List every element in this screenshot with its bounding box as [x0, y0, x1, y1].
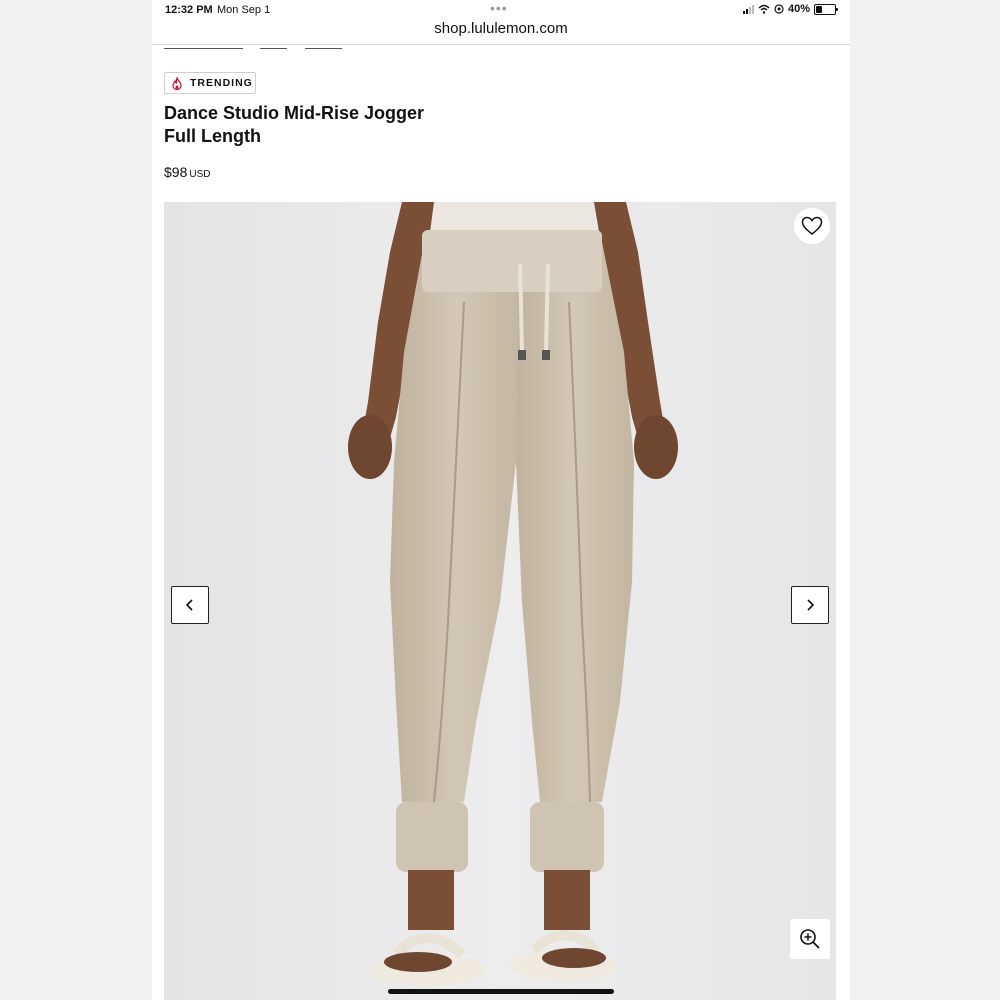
status-right: 40%: [742, 3, 838, 15]
product-title-line2: Full Length: [164, 126, 261, 146]
price-currency: USD: [189, 169, 211, 180]
product-photo: [164, 202, 836, 1000]
previous-image-button[interactable]: [171, 586, 209, 624]
badge-label: TRENDING: [190, 77, 253, 89]
battery-percent: 40%: [787, 3, 810, 15]
location-icon: [774, 4, 784, 14]
signal-icon: [742, 4, 754, 14]
multitask-dots-icon[interactable]: •••: [490, 0, 508, 16]
heart-icon: [801, 216, 823, 235]
flame-icon: [172, 76, 182, 90]
address-divider: [152, 44, 850, 45]
product-image-carousel[interactable]: [164, 202, 836, 1000]
status-bar: 12:32 PM Mon Sep 1 ••• 40%: [152, 0, 850, 20]
wifi-icon: [758, 4, 770, 14]
next-image-button[interactable]: [791, 586, 829, 624]
chevron-right-icon: [807, 599, 815, 611]
price-amount: $98: [164, 164, 188, 180]
zoom-button[interactable]: [790, 919, 830, 959]
status-time: 12:32 PM: [165, 4, 213, 16]
battery-fill: [816, 5, 822, 13]
product-price: $98 USD: [164, 164, 210, 180]
trending-badge: TRENDING: [164, 72, 256, 94]
wishlist-button[interactable]: [794, 208, 830, 244]
zoom-in-icon: [800, 929, 820, 949]
status-date: Mon Sep 1: [217, 4, 271, 16]
product-title: Dance Studio Mid-Rise Jogger Full Length: [164, 102, 464, 148]
address-bar[interactable]: shop.lululemon.com: [152, 18, 850, 44]
chevron-left-icon: [185, 599, 193, 611]
product-title-line1: Dance Studio Mid-Rise Jogger: [164, 103, 425, 123]
home-indicator[interactable]: [388, 989, 614, 994]
battery-icon: [814, 3, 838, 15]
browser-screen: 12:32 PM Mon Sep 1 ••• 40% shop.lululemo…: [152, 0, 850, 1000]
